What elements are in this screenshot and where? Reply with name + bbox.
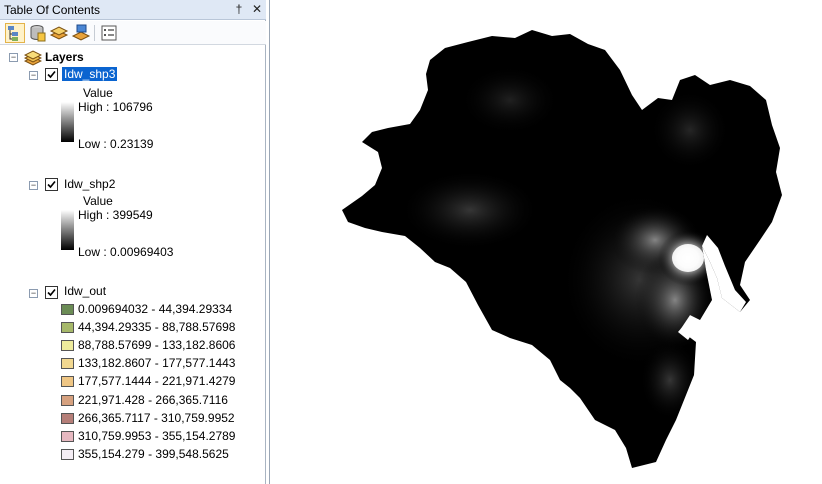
map-view[interactable]	[269, 0, 822, 484]
class-swatch[interactable]	[61, 413, 74, 424]
table-of-contents-panel: Table Of Contents † ✕ − Layers − Idw_shp…	[0, 0, 266, 484]
class-label: 355,154.279 - 399,548.5625	[78, 447, 229, 461]
class-swatch[interactable]	[61, 304, 74, 315]
idw-out-checkbox[interactable]	[45, 286, 58, 299]
class-label: 221,971.428 - 266,365.7116	[78, 393, 228, 407]
idw-shp3-low-label: Low : 0.23139	[78, 137, 154, 151]
idw-shp3-checkbox[interactable]	[45, 68, 58, 81]
pin-icon[interactable]: †	[232, 2, 246, 17]
list-by-selection-icon[interactable]	[71, 23, 91, 43]
toc-toolbar	[0, 21, 266, 45]
class-swatch[interactable]	[61, 395, 74, 406]
toolbar-separator	[94, 25, 95, 41]
layers-root-label[interactable]: Layers	[45, 50, 84, 64]
class-label: 177,577.1444 - 221,971.4279	[78, 374, 236, 388]
idw-shp2-low-label: Low : 0.00969403	[78, 245, 174, 259]
class-swatch[interactable]	[61, 358, 74, 369]
list-by-visibility-icon[interactable]	[49, 23, 69, 43]
toc-title: Table Of Contents	[4, 3, 101, 17]
idw-out-layer-name[interactable]: Idw_out	[64, 284, 106, 298]
class-swatch[interactable]	[61, 449, 74, 460]
class-swatch[interactable]	[61, 322, 74, 333]
idw-shp3-expander[interactable]: −	[29, 71, 38, 80]
class-swatch[interactable]	[61, 376, 74, 387]
list-by-drawing-order-icon[interactable]	[5, 23, 25, 43]
layers-icon	[23, 50, 43, 69]
raster-low-fill	[342, 30, 782, 468]
class-label: 0.009694032 - 44,394.29334	[78, 302, 233, 316]
idw-shp2-layer-name[interactable]: Idw_shp2	[64, 177, 115, 191]
layers-expander[interactable]: −	[9, 53, 18, 62]
class-swatch[interactable]	[61, 431, 74, 442]
class-label: 44,394.29335 - 88,788.57698	[78, 320, 236, 334]
options-icon[interactable]	[99, 23, 119, 43]
class-label: 88,788.57699 - 133,182.8606	[78, 338, 236, 352]
idw-out-expander[interactable]: −	[29, 289, 38, 298]
class-label: 133,182.8607 - 177,577.1443	[78, 356, 236, 370]
idw-raster-map	[342, 30, 782, 468]
idw-shp3-legend-title: Value	[83, 86, 113, 100]
class-swatch[interactable]	[61, 340, 74, 351]
toc-title-bar: Table Of Contents † ✕	[0, 0, 266, 20]
idw-shp2-expander[interactable]: −	[29, 181, 38, 190]
idw-shp3-high-label: High : 106796	[78, 100, 153, 114]
class-label: 310,759.9953 - 355,154.2789	[78, 429, 236, 443]
idw-shp2-checkbox[interactable]	[45, 178, 58, 191]
idw-shp2-legend-title: Value	[83, 194, 113, 208]
list-by-source-icon[interactable]	[27, 23, 47, 43]
idw-shp2-color-ramp	[61, 210, 74, 250]
idw-shp3-color-ramp	[61, 102, 74, 142]
idw-shp2-high-label: High : 399549	[78, 208, 153, 222]
close-icon[interactable]: ✕	[250, 2, 264, 17]
idw-shp3-layer-name[interactable]: Idw_shp3	[62, 67, 118, 81]
class-label: 266,365.7117 - 310,759.9952	[78, 411, 235, 425]
